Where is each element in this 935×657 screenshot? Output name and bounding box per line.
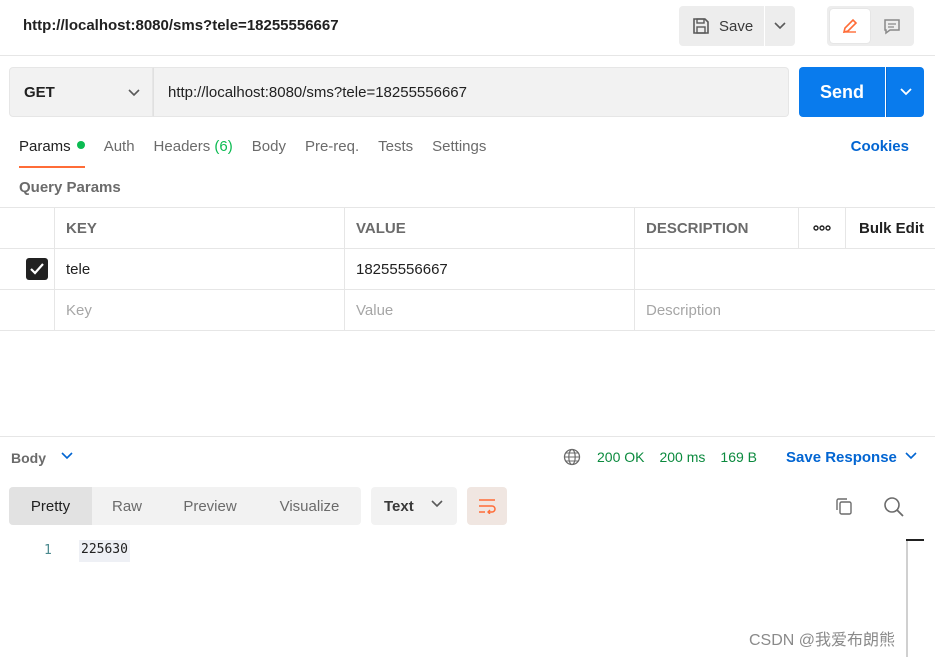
checkbox-checked-icon — [26, 258, 48, 280]
response-text[interactable]: 225630 — [79, 540, 130, 562]
url-input[interactable] — [153, 67, 789, 117]
format-label: Text — [384, 497, 414, 515]
edit-mode-button[interactable] — [830, 9, 870, 43]
request-title[interactable]: http://localhost:8080/sms?tele=182555566… — [23, 17, 339, 34]
param-description-cell[interactable] — [634, 249, 935, 289]
chevron-down-icon — [128, 89, 140, 97]
response-view-tabs: Pretty Raw Preview Visualize — [9, 487, 361, 525]
column-header-value: VALUE — [344, 208, 634, 248]
pencil-icon — [842, 18, 858, 34]
column-header-description: DESCRIPTION — [634, 208, 798, 248]
title-bar: http://localhost:8080/sms?tele=182555566… — [0, 0, 935, 56]
send-label: Send — [819, 81, 864, 102]
chevron-down-icon[interactable] — [905, 452, 917, 460]
bulk-edit-button[interactable]: Bulk Edit — [845, 208, 935, 248]
tab-settings[interactable]: Settings — [432, 138, 486, 168]
more-horizontal-icon — [813, 225, 831, 231]
mode-toggle — [827, 6, 914, 46]
chevron-down-icon — [431, 500, 443, 508]
chevron-down-icon[interactable] — [61, 452, 73, 460]
response-size[interactable]: 169 B — [720, 449, 757, 465]
response-bar: Body 200 OK 200 ms 169 B Save Response — [0, 436, 935, 478]
comment-icon — [884, 19, 900, 35]
param-key-cell[interactable]: tele — [54, 249, 344, 289]
cookies-link[interactable]: Cookies — [851, 138, 909, 155]
wrap-lines-icon — [479, 499, 496, 514]
save-options-button[interactable] — [765, 6, 795, 46]
method-label: GET — [24, 83, 55, 101]
header-check-cell — [0, 208, 54, 248]
scrollbar-thumb[interactable] — [906, 539, 924, 541]
param-value-cell[interactable]: 18255556667 — [344, 249, 634, 289]
save-response-button[interactable]: Save Response — [786, 449, 897, 466]
view-tab-preview[interactable]: Preview — [162, 487, 258, 525]
scrollbar[interactable] — [906, 539, 908, 657]
search-icon[interactable] — [883, 496, 905, 518]
view-tab-visualize[interactable]: Visualize — [258, 487, 361, 525]
chevron-down-icon — [899, 88, 912, 96]
table-row: tele 18255556667 — [0, 249, 935, 290]
params-active-dot — [76, 141, 85, 149]
response-line: 1 225630 — [0, 539, 900, 563]
params-table: KEY VALUE DESCRIPTION Bulk Edit tele 182… — [0, 207, 935, 331]
send-button[interactable]: Send — [799, 67, 885, 117]
response-time[interactable]: 200 ms — [659, 449, 705, 465]
tab-body[interactable]: Body — [252, 138, 286, 168]
send-options-button[interactable] — [886, 67, 924, 117]
format-select[interactable]: Text — [371, 487, 457, 525]
checkmark-icon — [30, 263, 44, 275]
empty-check-cell — [0, 290, 54, 330]
tab-auth[interactable]: Auth — [104, 138, 135, 168]
request-tabs: Params Auth Headers (6) Body Pre-req. Te… — [19, 138, 505, 168]
table-header-row: KEY VALUE DESCRIPTION Bulk Edit — [0, 208, 935, 249]
view-tab-raw[interactable]: Raw — [92, 487, 162, 525]
globe-icon[interactable] — [563, 448, 581, 466]
view-tab-pretty[interactable]: Pretty — [9, 487, 92, 525]
chevron-down-icon — [774, 22, 786, 30]
new-description-input[interactable]: Description — [634, 290, 935, 330]
new-value-input[interactable]: Value — [344, 290, 634, 330]
save-icon — [693, 18, 709, 34]
new-key-input[interactable]: Key — [54, 290, 344, 330]
wrap-lines-button[interactable] — [467, 487, 507, 525]
tab-tests[interactable]: Tests — [378, 138, 413, 168]
tab-pre-request[interactable]: Pre-req. — [305, 138, 359, 168]
comment-mode-button[interactable] — [873, 9, 911, 43]
copy-icon[interactable] — [834, 496, 854, 516]
status-code[interactable]: 200 OK — [597, 449, 644, 465]
response-body-label[interactable]: Body — [11, 450, 46, 466]
watermark: CSDN @我爱布朗熊 — [749, 632, 896, 649]
save-button[interactable]: Save — [679, 6, 764, 46]
more-options-button[interactable] — [798, 208, 845, 248]
response-status: 200 OK 200 ms 169 B — [597, 449, 757, 465]
headers-count: (6) — [214, 138, 233, 155]
line-number: 1 — [44, 543, 52, 558]
save-label: Save — [719, 17, 754, 35]
method-select[interactable]: GET — [9, 67, 153, 117]
tab-params[interactable]: Params — [19, 138, 85, 168]
column-header-key: KEY — [54, 208, 344, 248]
tab-headers[interactable]: Headers (6) — [154, 138, 233, 168]
table-row-empty: Key Value Description — [0, 290, 935, 331]
param-checkbox[interactable] — [0, 249, 54, 289]
query-params-title: Query Params — [19, 179, 121, 196]
